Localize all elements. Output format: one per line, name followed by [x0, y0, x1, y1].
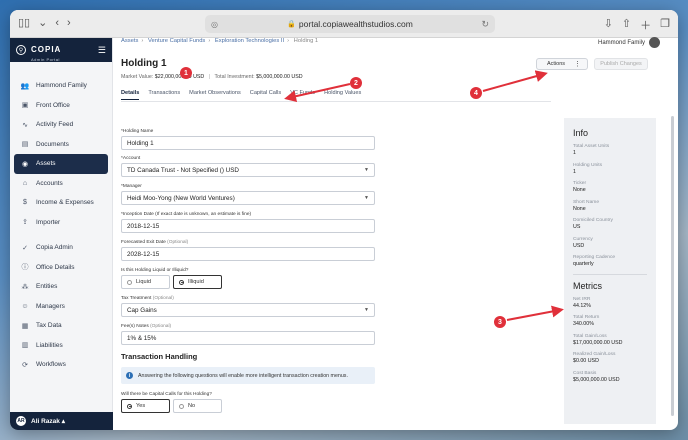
info-banner: i Answering the following questions will…	[121, 367, 375, 384]
info-key: Domiciled Country	[573, 218, 613, 223]
tab-vc-funds[interactable]: VC Funds	[290, 90, 315, 100]
breadcrumb: Assets › Venture Capital Funds › Explorati…	[121, 38, 319, 44]
info-row: Total Asset Units 1	[573, 144, 647, 156]
info-value: None	[573, 205, 586, 212]
info-key: Cost Basis	[573, 370, 597, 376]
total-investment: $5,000,000.00 USD	[256, 74, 303, 80]
callout-1: 1	[180, 67, 192, 79]
info-key: Net IRR	[573, 296, 591, 302]
info-row: Total Return 340.00%	[573, 315, 647, 327]
info-row: Total Gain/Loss $17,000,000.00 USD	[573, 334, 647, 346]
info-value: 1	[573, 150, 576, 156]
info-row: Short Name None	[573, 200, 647, 212]
info-key: Currency	[573, 236, 593, 242]
breadcrumb-item[interactable]: Exploration Technologies II	[215, 38, 284, 44]
tab-holding-values[interactable]: Holding Values	[324, 90, 361, 100]
chevron-down-icon: ▼	[364, 307, 369, 313]
account-select[interactable]: TD Canada Trust - Not Specified () USD ▼	[121, 163, 375, 177]
info-row: Net IRR 44.12%	[573, 297, 647, 309]
chevron-down-icon: ▼	[364, 195, 369, 201]
info-row: Reporting Cadence quarterly	[573, 255, 647, 267]
info-key: Short Name	[573, 199, 600, 205]
market-value-label: Market Value:	[121, 74, 154, 80]
info-row: Domiciled Country US	[573, 218, 647, 230]
info-value: $0.00 USD	[573, 358, 599, 364]
page-title: Holding 1	[121, 58, 167, 69]
info-value: $17,000,000.00 USD	[573, 339, 623, 346]
tax-treatment-select[interactable]: Cap Gains ▼	[121, 303, 375, 317]
tax-treatment-label: Tax Treatment (Optional)	[121, 296, 174, 301]
tab-details[interactable]: Details	[121, 90, 140, 100]
inception-date-label: *Inception Date (If exact date is unknow…	[121, 212, 252, 217]
info-key: Reporting Cadence	[573, 255, 616, 260]
info-icon: i	[126, 372, 133, 379]
holding-name-input[interactable]: Holding 1	[121, 136, 375, 150]
fees-input[interactable]: 1% & 15%	[121, 331, 375, 345]
fees-label: Fee(s) Notes (Optional)	[121, 324, 172, 329]
breadcrumb-item[interactable]: Venture Capital Funds	[148, 38, 205, 44]
info-key: Holding Units	[573, 162, 603, 168]
info-value: USD	[573, 242, 585, 249]
transaction-handling-title: Transaction Handling	[121, 352, 198, 361]
actions-label: Actions	[547, 61, 566, 67]
exit-date-label: Forecasted Exit Date (Optional)	[121, 240, 189, 245]
total-investment-label: Total Investment:	[214, 74, 255, 80]
liquidity-label: Is this Holding Liquid or Illiquid?	[121, 268, 189, 273]
info-panel: Info Total Asset Units 1 Holding Units 1 Tic…	[564, 118, 656, 424]
actions-button[interactable]: Actions ⋮	[536, 58, 588, 70]
breadcrumb-current: Holding 1	[293, 38, 319, 44]
metrics-title: Metrics	[573, 280, 602, 291]
holding-name-label: *Holding Name	[121, 129, 154, 134]
tab-transactions[interactable]: Transactions	[148, 90, 180, 100]
info-key: Total Return	[573, 315, 600, 320]
kebab-icon: ⋮	[574, 61, 581, 68]
callout-2: 2	[350, 77, 362, 89]
yes-radio[interactable]: Yes	[121, 399, 170, 413]
info-value: $5,000,000.00 USD	[573, 376, 620, 383]
callout-4: 4	[470, 87, 482, 99]
info-key: Total Gain/Loss	[573, 333, 607, 339]
illiquid-radio[interactable]: Illiquid	[173, 275, 222, 289]
info-text: Answering the following questions will e…	[138, 372, 348, 379]
main-content: Assets › Venture Capital Funds › Explorati…	[0, 0, 688, 440]
info-row: Realized Gain/Loss $0.00 USD	[573, 352, 647, 364]
scrollbar[interactable]	[671, 116, 674, 416]
manager-select[interactable]: Heidi Moo-Yong (New World Ventures) ▼	[121, 191, 375, 205]
tab-capital-calls[interactable]: Capital Calls	[250, 90, 281, 100]
tab-market-observations[interactable]: Market Observations	[189, 90, 241, 100]
tab-bar: Details Transactions Market Observations…	[121, 90, 370, 100]
no-radio[interactable]: No	[173, 399, 222, 413]
info-title: Info	[573, 128, 589, 138]
family-selector[interactable]: Hammond Family	[598, 37, 660, 48]
publish-changes-button[interactable]: Publish Changes	[594, 58, 648, 70]
liquid-radio[interactable]: Liquid	[121, 275, 170, 289]
info-row: Ticker None	[573, 181, 647, 193]
manager-label: *Manager	[121, 184, 142, 189]
info-value: None	[573, 187, 586, 193]
chevron-down-icon: ▼	[364, 167, 369, 173]
info-key: Ticker	[573, 181, 587, 186]
capital-calls-label: Will there be Capital Calls for this Hol…	[121, 392, 212, 397]
exit-date-input[interactable]: 2028-12-15	[121, 247, 375, 261]
info-row: Currency USD	[573, 237, 647, 249]
holding-summary: Market Value: $22,000,000.00 USD | Total…	[121, 74, 303, 80]
info-key: Total Asset Units	[573, 144, 610, 149]
info-value: US	[573, 224, 581, 230]
breadcrumb-item[interactable]: Assets	[121, 38, 138, 44]
info-row: Cost Basis $5,000,000.00 USD	[573, 371, 647, 383]
callout-3: 3	[494, 316, 506, 328]
info-value: 44.12%	[573, 302, 591, 309]
inception-date-input[interactable]: 2018-12-15	[121, 219, 375, 233]
family-name: Hammond Family	[597, 39, 645, 46]
account-label: *Account	[121, 156, 141, 161]
info-value: 1	[573, 168, 576, 175]
info-row: Holding Units 1	[573, 163, 647, 175]
family-avatar	[649, 37, 660, 48]
info-key: Realized Gain/Loss	[573, 352, 616, 357]
info-value: 340.00%	[573, 321, 594, 327]
info-value: quarterly	[573, 261, 594, 267]
